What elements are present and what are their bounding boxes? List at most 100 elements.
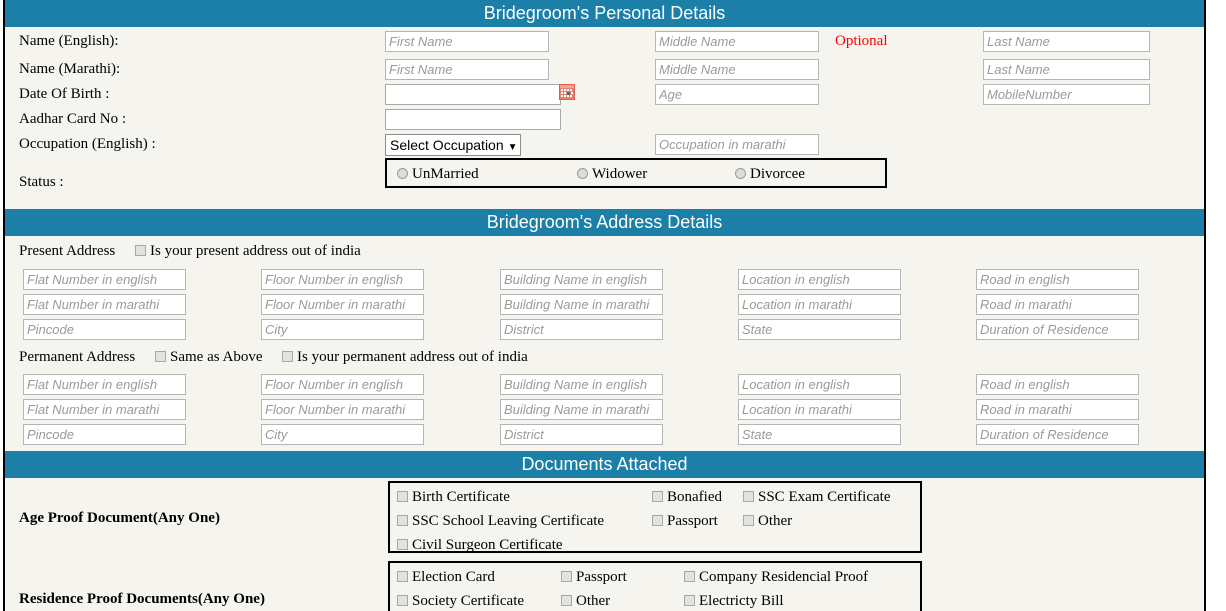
residence-proof-other[interactable]: Other [561,593,610,610]
residence-proof-passport[interactable]: Passport [561,569,627,586]
age-proof-passport[interactable]: Passport [652,513,718,530]
age-proof-ssc-exam-certificate[interactable]: SSC Exam Certificate [743,489,890,506]
checkbox-icon [652,515,663,526]
radio-icon [735,168,746,179]
checkbox-icon [397,595,408,606]
permanent-floor-english-input[interactable] [261,374,424,395]
residence-proof-society-certificate[interactable]: Society Certificate [397,593,524,610]
permanent-state-input[interactable] [738,424,901,445]
first-name-english-input[interactable] [385,31,549,52]
age-proof-other[interactable]: Other [743,513,792,530]
age-input[interactable] [655,84,819,105]
radio-icon [577,168,588,179]
last-name-english-input[interactable] [983,31,1150,52]
present-road-marathi-input[interactable] [976,294,1139,315]
calendar-icon[interactable] [559,84,575,100]
present-location-marathi-input[interactable] [738,294,901,315]
permanent-same-as-above-checkbox[interactable]: Same as Above [155,349,262,366]
section-header-personal-details: Bridegroom's Personal Details [5,0,1204,27]
present-flat-english-input[interactable] [23,269,186,290]
chevron-down-icon: ▼ [507,142,518,153]
optional-note: Optional [835,33,888,49]
permanent-flat-english-input[interactable] [23,374,186,395]
age-proof-birth-certificate[interactable]: Birth Certificate [397,489,510,506]
checkbox-icon [282,351,293,362]
permanent-location-marathi-input[interactable] [738,399,901,420]
permanent-floor-marathi-input[interactable] [261,399,424,420]
permanent-road-english-input[interactable] [976,374,1139,395]
status-option-divorcee[interactable]: Divorcee [735,166,805,183]
permanent-address-out-of-india-checkbox[interactable]: Is your permanent address out of india [282,349,528,366]
residence-proof-electricty-bill[interactable]: Electricty Bill [684,593,784,610]
checkbox-icon [397,539,408,550]
radio-icon [397,168,408,179]
present-road-english-input[interactable] [976,269,1139,290]
present-duration-input[interactable] [976,319,1139,340]
status-option-widower[interactable]: Widower [577,166,647,183]
present-location-english-input[interactable] [738,269,901,290]
age-proof-civil-surgeon-certificate[interactable]: Civil Surgeon Certificate [397,537,563,554]
calendar-icon-header [560,85,574,88]
aadhar-card-no-input[interactable] [385,109,561,130]
form-page: Bridegroom's Personal Details Name (Engl… [3,0,1206,611]
checkbox-label: SSC Exam Certificate [758,489,891,505]
permanent-road-marathi-input[interactable] [976,399,1139,420]
checkbox-label: Electricty Bill [699,593,784,609]
permanent-location-english-input[interactable] [738,374,901,395]
checkbox-icon [684,571,695,582]
checkbox-label: Society Certificate [412,593,525,609]
checkbox-icon [397,491,408,502]
permanent-city-input[interactable] [261,424,424,445]
residence-proof-election-card[interactable]: Election Card [397,569,495,586]
checkbox-label: Other [758,513,793,529]
occupation-select-value: Select Occupation [390,137,504,153]
checkbox-icon [684,595,695,606]
checkbox-icon [135,245,146,256]
checkbox-label: SSC School Leaving Certificate [412,513,605,529]
occupation-select[interactable]: Select Occupation ▼ [385,134,521,156]
label-aadhar-card-no: Aadhar Card No : [19,111,127,127]
permanent-flat-marathi-input[interactable] [23,399,186,420]
present-city-input[interactable] [261,319,424,340]
middle-name-english-input[interactable] [655,31,819,52]
permanent-district-input[interactable] [500,424,663,445]
label-present-address: Present Address [19,243,116,259]
label-occupation-english: Occupation (English) : [19,136,156,152]
checkbox-icon [743,491,754,502]
present-floor-marathi-input[interactable] [261,294,424,315]
present-building-marathi-input[interactable] [500,294,663,315]
age-proof-bonafied[interactable]: Bonafied [652,489,722,506]
label-date-of-birth: Date Of Birth : [19,86,110,102]
present-building-english-input[interactable] [500,269,663,290]
age-proof-checkbox-group: Birth Certificate SSC School Leaving Cer… [388,481,922,553]
present-pincode-input[interactable] [23,319,186,340]
checkbox-icon [561,595,572,606]
permanent-out-of-india-label: Is your permanent address out of india [297,349,528,365]
label-name-english: Name (English): [19,33,119,49]
status-option-label: Divorcee [750,166,805,182]
calendar-icon-grid [561,89,573,98]
residence-proof-company-residencial-proof[interactable]: Company Residencial Proof [684,569,868,586]
age-proof-ssc-school-leaving-certificate[interactable]: SSC School Leaving Certificate [397,513,604,530]
present-district-input[interactable] [500,319,663,340]
permanent-duration-input[interactable] [976,424,1139,445]
checkbox-label: Election Card [412,569,495,585]
permanent-pincode-input[interactable] [23,424,186,445]
label-residence-proof-documents: Residence Proof Documents(Any One) [19,591,265,607]
present-flat-marathi-input[interactable] [23,294,186,315]
middle-name-marathi-input[interactable] [655,59,819,80]
checkbox-icon [397,571,408,582]
occupation-marathi-input[interactable] [655,134,819,155]
present-floor-english-input[interactable] [261,269,424,290]
present-state-input[interactable] [738,319,901,340]
permanent-building-marathi-input[interactable] [500,399,663,420]
date-of-birth-input[interactable] [385,84,561,105]
present-address-out-of-india-checkbox[interactable]: Is your present address out of india [135,243,361,260]
first-name-marathi-input[interactable] [385,59,549,80]
checkbox-label: Civil Surgeon Certificate [412,537,563,553]
status-option-unmarried[interactable]: UnMarried [397,166,479,183]
last-name-marathi-input[interactable] [983,59,1150,80]
checkbox-icon [652,491,663,502]
permanent-building-english-input[interactable] [500,374,663,395]
mobile-number-input[interactable] [983,84,1150,105]
